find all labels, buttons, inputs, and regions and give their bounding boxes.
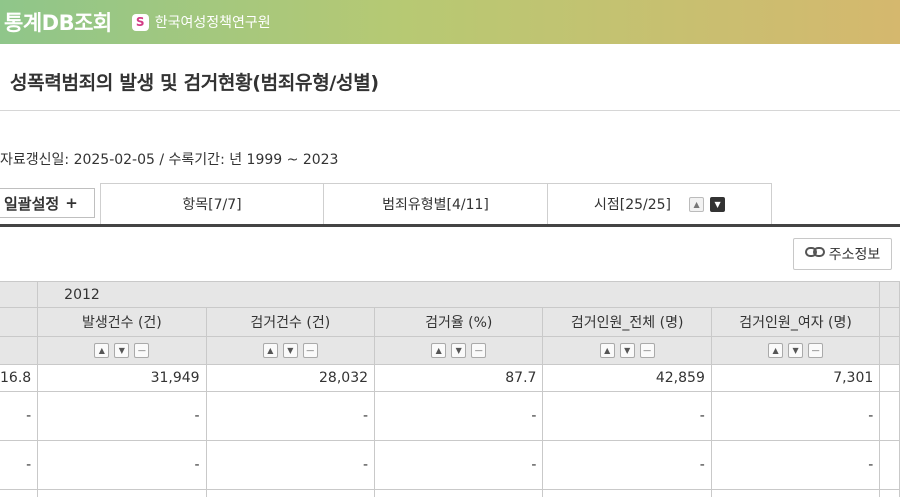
table-row: - - - - - - [0, 440, 900, 490]
sort-up-icon[interactable]: ▲ [262, 343, 278, 358]
sort-ascending-icon[interactable]: ▲ [689, 196, 705, 212]
tab-bar: 일괄설정 + 항목[7/7] 범죄유형별[4/11] 시점[25/25] ▲ ▼ [0, 183, 900, 226]
sort-up-icon[interactable]: ▲ [599, 343, 615, 358]
table-cell: - [205, 440, 376, 490]
column-header: 검거율 (%) [374, 307, 544, 337]
page-title: 성폭력범죄의 발생 및 검거현황(범죄유형/성별) [10, 72, 379, 94]
table-cell: - [374, 391, 544, 441]
table-cell: 42,859 [542, 364, 712, 392]
column-header: 발생건수 (건) [37, 307, 207, 337]
table-cell-empty [0, 489, 39, 497]
table-cell: - [0, 440, 39, 490]
sort-up-icon[interactable]: ▲ [94, 343, 110, 358]
table-cell: - [37, 440, 207, 490]
table-cell: 31,949 [37, 364, 207, 392]
collapse-icon[interactable]: — [639, 343, 655, 358]
table-cell: 16.8 [0, 364, 39, 392]
sort-up-icon[interactable]: ▲ [768, 343, 784, 358]
collapse-icon[interactable]: — [134, 343, 150, 358]
app-title[interactable]: 통계DB조회 [4, 7, 112, 37]
sort-down-icon[interactable]: ▼ [451, 343, 467, 358]
table-cell-filler [879, 391, 900, 441]
tab-crime-type[interactable]: 범죄유형별[4/11] [323, 183, 548, 224]
table-cell: 87.7 [374, 364, 544, 392]
header-filler [879, 336, 900, 365]
tab-items-label: 항목[7/7] [182, 197, 242, 213]
update-info: 자료갱신일: 2025-02-05 / 수록기간: 년 1999 ~ 2023 [0, 152, 339, 168]
table-cell: - [0, 391, 39, 441]
title-divider [0, 110, 900, 111]
link-icon [804, 246, 825, 262]
bulk-setting-button[interactable]: 일괄설정 + [0, 188, 95, 218]
column-controls: ▲ ▼ — [710, 336, 881, 365]
address-info-button[interactable]: 주소정보 [793, 238, 892, 270]
table-cell-empty [374, 489, 544, 497]
table-cell: - [37, 391, 207, 441]
column-header: 검거건수 (건) [205, 307, 376, 337]
table-cell: - [374, 440, 544, 490]
table-cell-filler [879, 489, 900, 497]
plus-icon: + [65, 194, 78, 212]
table-cell: - [205, 391, 376, 441]
sort-down-icon[interactable]: ▼ [282, 343, 298, 358]
table-cell: - [710, 391, 881, 441]
year-header: 2012 [37, 281, 881, 308]
sort-descending-icon[interactable]: ▼ [710, 196, 726, 212]
table-cell-filler [879, 364, 900, 392]
table-cell-empty [710, 489, 881, 497]
table-row [0, 489, 900, 497]
table-cell-empty [205, 489, 376, 497]
bulk-setting-label: 일괄설정 [4, 194, 60, 213]
tab-period-label: 시점[25/25] [593, 197, 672, 213]
org-logo-icon: S [131, 13, 149, 31]
sort-down-icon[interactable]: ▼ [788, 343, 804, 358]
table-cell: - [542, 440, 712, 490]
sort-down-icon[interactable]: ▼ [114, 343, 130, 358]
top-bar: 통계DB조회 S 한국여성정책연구원 [0, 0, 900, 44]
header-column-row: 발생건수 (건) 검거건수 (건) 검거율 (%) 검거인원_전체 (명) 검거… [0, 307, 900, 337]
header-control-row: ▲ ▼ — ▲ ▼ — ▲ ▼ — ▲ ▼ — ▲ ▼ — [0, 336, 900, 365]
header-filler [879, 307, 900, 337]
sort-down-icon[interactable]: ▼ [619, 343, 635, 358]
header-corner [0, 281, 39, 308]
collapse-icon[interactable]: — [471, 343, 487, 358]
table-cell-empty [542, 489, 712, 497]
tab-items[interactable]: 항목[7/7] [100, 183, 324, 224]
column-header: 검거인원_전체 (명) [542, 307, 712, 337]
header-corner [0, 336, 39, 365]
collapse-icon[interactable]: — [302, 343, 318, 358]
address-info-label: 주소정보 [828, 247, 881, 263]
table-cell-filler [879, 440, 900, 490]
table-row: - - - - - - [0, 391, 900, 441]
table-row: 16.8 31,949 28,032 87.7 42,859 7,301 [0, 364, 900, 392]
column-controls: ▲ ▼ — [374, 336, 544, 365]
table-cell: 7,301 [710, 364, 881, 392]
column-controls: ▲ ▼ — [542, 336, 712, 365]
org-name: 한국여성정책연구원 [154, 15, 271, 31]
table-cell: - [542, 391, 712, 441]
collapse-icon[interactable]: — [808, 343, 824, 358]
tab-period[interactable]: 시점[25/25] ▲ ▼ [547, 183, 772, 224]
tab-crime-type-label: 범죄유형별[4/11] [382, 197, 489, 213]
sort-up-icon[interactable]: ▲ [431, 343, 447, 358]
table-cell-empty [37, 489, 207, 497]
column-controls: ▲ ▼ — [205, 336, 376, 365]
table-cell: 28,032 [205, 364, 376, 392]
tab-divider [0, 224, 900, 227]
header-filler [879, 281, 900, 308]
table-cell: - [710, 440, 881, 490]
header-corner [0, 307, 39, 337]
org-link[interactable]: S 한국여성정책연구원 [131, 12, 271, 32]
data-table: 2012 발생건수 (건) 검거건수 (건) 검거율 (%) 검거인원_전체 (… [0, 281, 900, 497]
header-year-row: 2012 [0, 281, 900, 308]
column-controls: ▲ ▼ — [37, 336, 207, 365]
column-header: 검거인원_여자 (명) [710, 307, 881, 337]
